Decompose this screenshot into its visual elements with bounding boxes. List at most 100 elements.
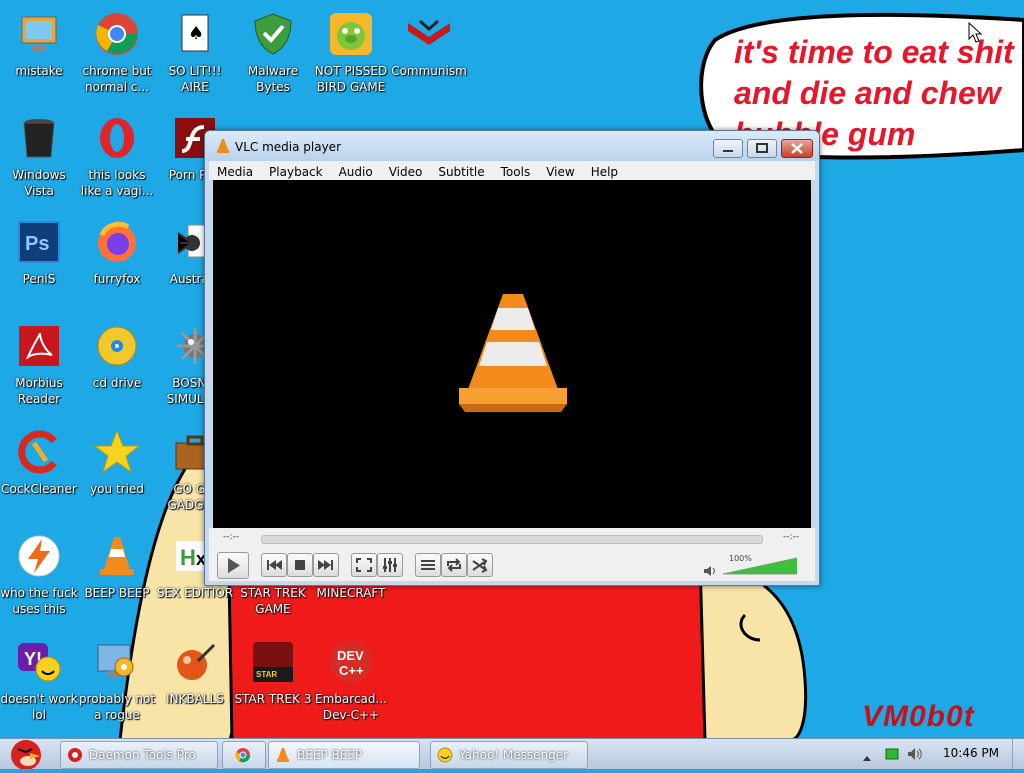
menu-view[interactable]: View	[538, 163, 582, 179]
menu-video[interactable]: Video	[381, 163, 431, 179]
maximize-icon	[756, 143, 768, 153]
desktop-icon-communism[interactable]: Communism	[390, 4, 468, 104]
desktop-icon-opera[interactable]: this looks like a vagi...	[78, 108, 156, 208]
desktop-icon-morbius-reader[interactable]: Morbius Reader	[0, 316, 78, 416]
clock[interactable]: 10:46 PM	[943, 746, 999, 760]
close-icon	[791, 143, 803, 154]
photoshop-icon: Ps	[16, 219, 62, 265]
desktop-icon-bird-game[interactable]: NOT PISSED BIRD GAME	[312, 4, 390, 104]
taskbar-item-daemon-tools[interactable]: Daemon Tools Pro	[60, 741, 218, 769]
svg-text:Ps: Ps	[25, 233, 49, 255]
playlist-button[interactable]	[415, 553, 441, 577]
loop-button[interactable]	[441, 553, 467, 577]
vlc-cone-icon	[94, 533, 140, 579]
seek-bar[interactable]	[261, 535, 763, 544]
desktop-icon-cd-drive[interactable]: cd drive	[78, 316, 156, 416]
watermark-signature: VM0b0t	[862, 700, 975, 733]
taskbar-item-label: Yahoo! Messenger	[459, 748, 569, 762]
elapsed-time: --:--	[223, 532, 240, 542]
yahoo-icon	[437, 747, 453, 763]
desktop-icon-cockcleaner[interactable]: CockCleaner	[0, 422, 78, 522]
extended-settings-button[interactable]	[377, 553, 403, 577]
cd-icon	[94, 323, 140, 369]
svg-text:C++: C++	[339, 663, 364, 678]
minimize-button[interactable]	[713, 139, 743, 158]
start-button[interactable]	[2, 733, 52, 770]
desktop-icon-label: CockCleaner	[1, 482, 77, 496]
window-title: VLC media player	[235, 140, 342, 154]
desktop-icon-inkballs[interactable]: INKBALLS	[156, 632, 234, 732]
desktop-icon-mistake[interactable]: mistake	[0, 4, 78, 104]
equalizer-icon	[383, 558, 397, 572]
chrome-icon	[94, 11, 140, 57]
desktop-icon-beep-beep[interactable]: BEEP BEEP	[78, 526, 156, 626]
desktop-icon-label: furryfox	[93, 272, 141, 286]
menu-media[interactable]: Media	[209, 163, 261, 179]
play-button[interactable]	[217, 552, 249, 579]
desktop-icon-yahoo[interactable]: Y! doesn't work lol	[0, 632, 78, 732]
skip-forward-icon	[318, 560, 333, 570]
star-icon	[93, 429, 141, 475]
volume-slider[interactable]	[722, 554, 798, 576]
volume-icon[interactable]	[906, 746, 924, 766]
play-icon	[228, 558, 240, 573]
stop-icon	[295, 560, 305, 570]
close-button[interactable]	[781, 139, 813, 158]
menu-bar: Media Playback Audio Video Subtitle Tools View…	[209, 161, 815, 180]
desktop-icon-probably-not-rogue[interactable]: probably not a rogue	[78, 632, 156, 732]
taskbar-item-beep-beep[interactable]: BEEP BEEP	[268, 741, 420, 769]
network-icon[interactable]	[884, 746, 900, 766]
taskbar-item-yahoo-messenger[interactable]: Yahoo! Messenger	[430, 741, 588, 769]
desktop-icon-firefox[interactable]: furryfox	[78, 212, 156, 312]
desktop-icon-label: cd drive	[92, 376, 142, 390]
vlc-window[interactable]: VLC media player Media Playback Audio Video…	[204, 130, 820, 586]
desktop-icon-malwarebytes[interactable]: Malware Bytes	[234, 4, 312, 104]
desktop-icon-you-tried[interactable]: you tried	[78, 422, 156, 522]
inkball-icon	[172, 639, 218, 685]
desktop-icon-star-trek-3[interactable]: STAR STAR TREK 3	[234, 632, 312, 732]
show-desktop-button[interactable]	[1012, 739, 1024, 769]
desktop-icon-who-uses-this[interactable]: who the fuck uses this	[0, 526, 78, 626]
shuffle-button[interactable]	[467, 553, 493, 577]
menu-playback[interactable]: Playback	[261, 163, 331, 179]
desktop-icon-label: BEEP BEEP	[84, 586, 150, 600]
previous-button[interactable]	[261, 553, 287, 577]
taskbar-item-chrome[interactable]	[222, 741, 266, 769]
pig-icon	[328, 11, 374, 57]
desktop-icon-dev-cpp[interactable]: DEV C++ Embarcad... Dev-C++	[312, 632, 390, 732]
title-bar[interactable]: VLC media player	[205, 131, 819, 161]
desktop-icon-label: you tried	[90, 482, 144, 496]
menu-tools[interactable]: Tools	[493, 163, 539, 179]
fullscreen-button[interactable]	[351, 553, 377, 577]
desktop-icon-windows-vista[interactable]: Windows Vista	[0, 108, 78, 208]
total-time: --:--	[783, 532, 800, 542]
opera-icon	[94, 115, 140, 161]
devcpp-icon: DEV C++	[328, 639, 374, 685]
desktop-icon-photoshop[interactable]: Ps PeniS	[0, 212, 78, 312]
video-area[interactable]	[213, 180, 811, 528]
menu-audio[interactable]: Audio	[331, 163, 381, 179]
desktop-icon-label: doesn't work lol	[0, 692, 78, 722]
menu-subtitle[interactable]: Subtitle	[430, 163, 492, 179]
desktop-icon-label: Communism	[391, 64, 467, 78]
desktop-icon-solitaire[interactable]: ♠ SO LIT!!! AIRE	[156, 4, 234, 104]
desktop-icon-label: Malware Bytes	[247, 64, 299, 94]
svg-text:STAR: STAR	[256, 670, 277, 679]
mouse-cursor-icon	[968, 22, 983, 43]
cards-icon: ♠	[172, 11, 218, 57]
maximize-button[interactable]	[747, 139, 777, 158]
speaker-icon[interactable]	[703, 562, 717, 581]
desktop-icon-label: STAR TREK GAME	[240, 586, 306, 616]
firefox-icon	[94, 219, 140, 265]
next-button[interactable]	[313, 553, 339, 577]
show-hidden-icons-icon[interactable]	[862, 748, 872, 767]
stop-button[interactable]	[287, 553, 313, 577]
minimize-icon	[723, 150, 733, 152]
desktop-icon-label: Windows Vista	[12, 168, 66, 198]
pdf-icon	[16, 323, 62, 369]
desktop-icon-label: NOT PISSED BIRD GAME	[314, 64, 388, 94]
desktop-icon-chrome[interactable]: chrome but normal c...	[78, 4, 156, 104]
fullscreen-icon	[356, 558, 372, 572]
desktop-icon-label: Embarcad... Dev-C++	[315, 692, 387, 722]
menu-help[interactable]: Help	[583, 163, 626, 179]
